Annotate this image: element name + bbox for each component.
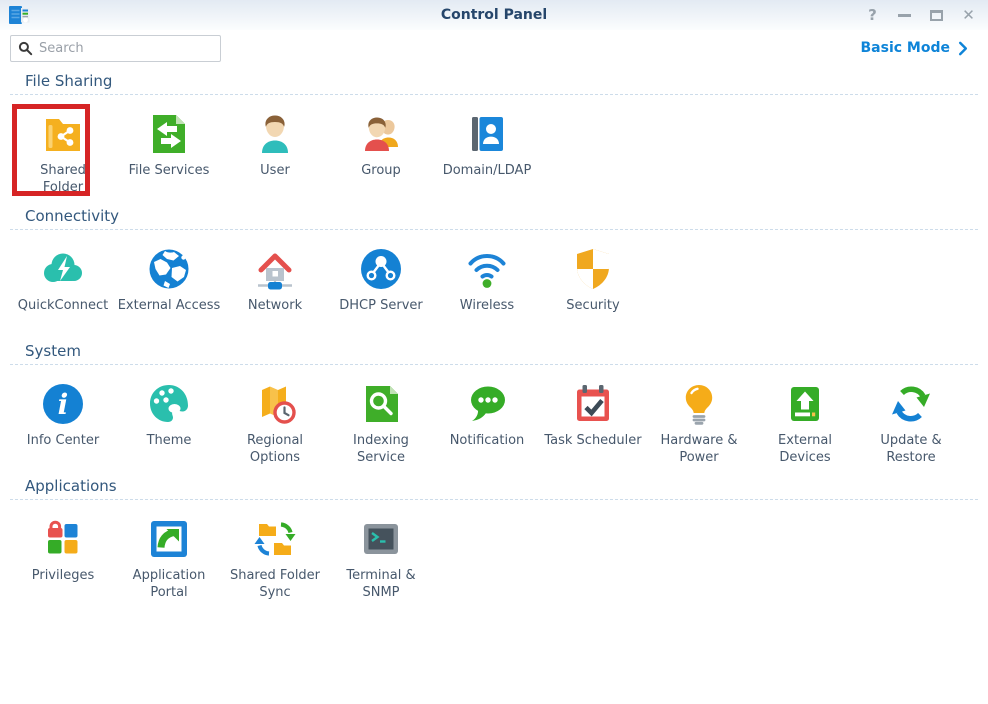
window-controls: ? ✕ [865,0,976,30]
cp-item-file-services[interactable]: File Services [116,110,222,197]
item-label: Indexing Service [353,432,409,466]
item-label: Theme [147,432,192,449]
minimize-icon[interactable] [897,7,912,23]
item-label: Domain/LDAP [443,162,532,179]
item-label: User [260,162,290,179]
wireless-icon [463,245,511,293]
close-icon[interactable]: ✕ [961,7,976,23]
cp-item-user[interactable]: User [222,110,328,197]
group-icon [357,110,405,158]
help-icon[interactable]: ? [865,7,880,23]
cp-item-task-scheduler[interactable]: Task Scheduler [540,380,646,467]
cp-item-regional-options[interactable]: Regional Options [222,380,328,467]
task-scheduler-icon [569,380,617,428]
item-label: Wireless [460,297,514,314]
section-row-file-sharing: Shared Folder File Services User [0,95,988,197]
section-header-applications: Applications [10,467,978,500]
item-label: Update & Restore [880,432,941,466]
cp-item-quickconnect[interactable]: QuickConnect [10,245,116,332]
cp-item-domain-ldap[interactable]: Domain/LDAP [434,110,540,197]
item-label: Security [566,297,619,314]
section-header-connectivity: Connectivity [10,197,978,230]
cp-item-wireless[interactable]: Wireless [434,245,540,332]
info-center-icon: i [39,380,87,428]
indexing-service-icon [357,380,405,428]
section-row-system: i Info Center Theme [0,365,988,467]
external-devices-icon [781,380,829,428]
regional-options-icon [251,380,299,428]
item-label: External Devices [778,432,832,466]
maximize-icon[interactable] [929,7,944,23]
cp-item-theme[interactable]: Theme [116,380,222,467]
cp-item-info-center[interactable]: i Info Center [10,380,116,467]
section-header-system: System [10,332,978,365]
cp-item-terminal-snmp[interactable]: Terminal & SNMP [328,515,434,602]
svg-text:i: i [58,388,69,421]
section-row-applications: Privileges Application Portal Shared Fol [0,500,988,602]
basic-mode-link[interactable]: Basic Mode [861,40,969,56]
dhcp-server-icon [357,245,405,293]
shared-folder-sync-icon [251,515,299,563]
search-input[interactable] [39,41,213,56]
chevron-right-icon [958,41,968,56]
update-restore-icon [887,380,935,428]
item-label: Info Center [27,432,100,449]
user-icon [251,110,299,158]
external-access-icon [145,245,193,293]
terminal-snmp-icon [357,515,405,563]
item-label: Task Scheduler [544,432,641,449]
item-label: Network [248,297,302,314]
cp-item-shared-folder-sync[interactable]: Shared Folder Sync [222,515,328,602]
hardware-power-icon [675,380,723,428]
domain-ldap-icon [463,110,511,158]
theme-icon [145,380,193,428]
search-icon [18,41,33,56]
item-label: Terminal & SNMP [346,567,415,601]
quickconnect-icon [39,245,87,293]
item-label: Application Portal [133,567,206,601]
shared-folder-icon [39,110,87,158]
toolbar: Basic Mode [0,33,988,63]
cp-item-application-portal[interactable]: Application Portal [116,515,222,602]
file-services-icon [145,110,193,158]
cp-item-shared-folder[interactable]: Shared Folder [10,110,116,197]
cp-item-group[interactable]: Group [328,110,434,197]
cp-item-external-devices[interactable]: External Devices [752,380,858,467]
search-box[interactable] [10,35,221,62]
security-icon [569,245,617,293]
section-row-connectivity: QuickConnect External Access [0,230,988,332]
basic-mode-label: Basic Mode [861,40,951,56]
cp-item-network[interactable]: Network [222,245,328,332]
notification-icon [463,380,511,428]
window-title: Control Panel [0,0,988,30]
item-label: Regional Options [247,432,303,466]
network-icon [251,245,299,293]
titlebar: Control Panel ? ✕ [0,0,988,30]
cp-item-dhcp-server[interactable]: DHCP Server [328,245,434,332]
cp-item-hardware-power[interactable]: Hardware & Power [646,380,752,467]
cp-item-notification[interactable]: Notification [434,380,540,467]
item-label: Shared Folder Sync [230,567,320,601]
cp-item-security[interactable]: Security [540,245,646,332]
item-label: Notification [450,432,525,449]
item-label: Privileges [32,567,95,584]
item-label: DHCP Server [339,297,422,314]
item-label: File Services [129,162,210,179]
control-panel-app-icon [8,4,30,26]
cp-item-privileges[interactable]: Privileges [10,515,116,602]
item-label: QuickConnect [18,297,109,314]
item-label: Shared Folder [40,162,86,196]
section-header-file-sharing: File Sharing [10,63,978,95]
cp-item-external-access[interactable]: External Access [116,245,222,332]
privileges-icon [39,515,87,563]
item-label: Group [361,162,401,179]
application-portal-icon [145,515,193,563]
item-label: Hardware & Power [660,432,737,466]
cp-item-update-restore[interactable]: Update & Restore [858,380,964,467]
cp-item-indexing-service[interactable]: Indexing Service [328,380,434,467]
item-label: External Access [118,297,221,314]
